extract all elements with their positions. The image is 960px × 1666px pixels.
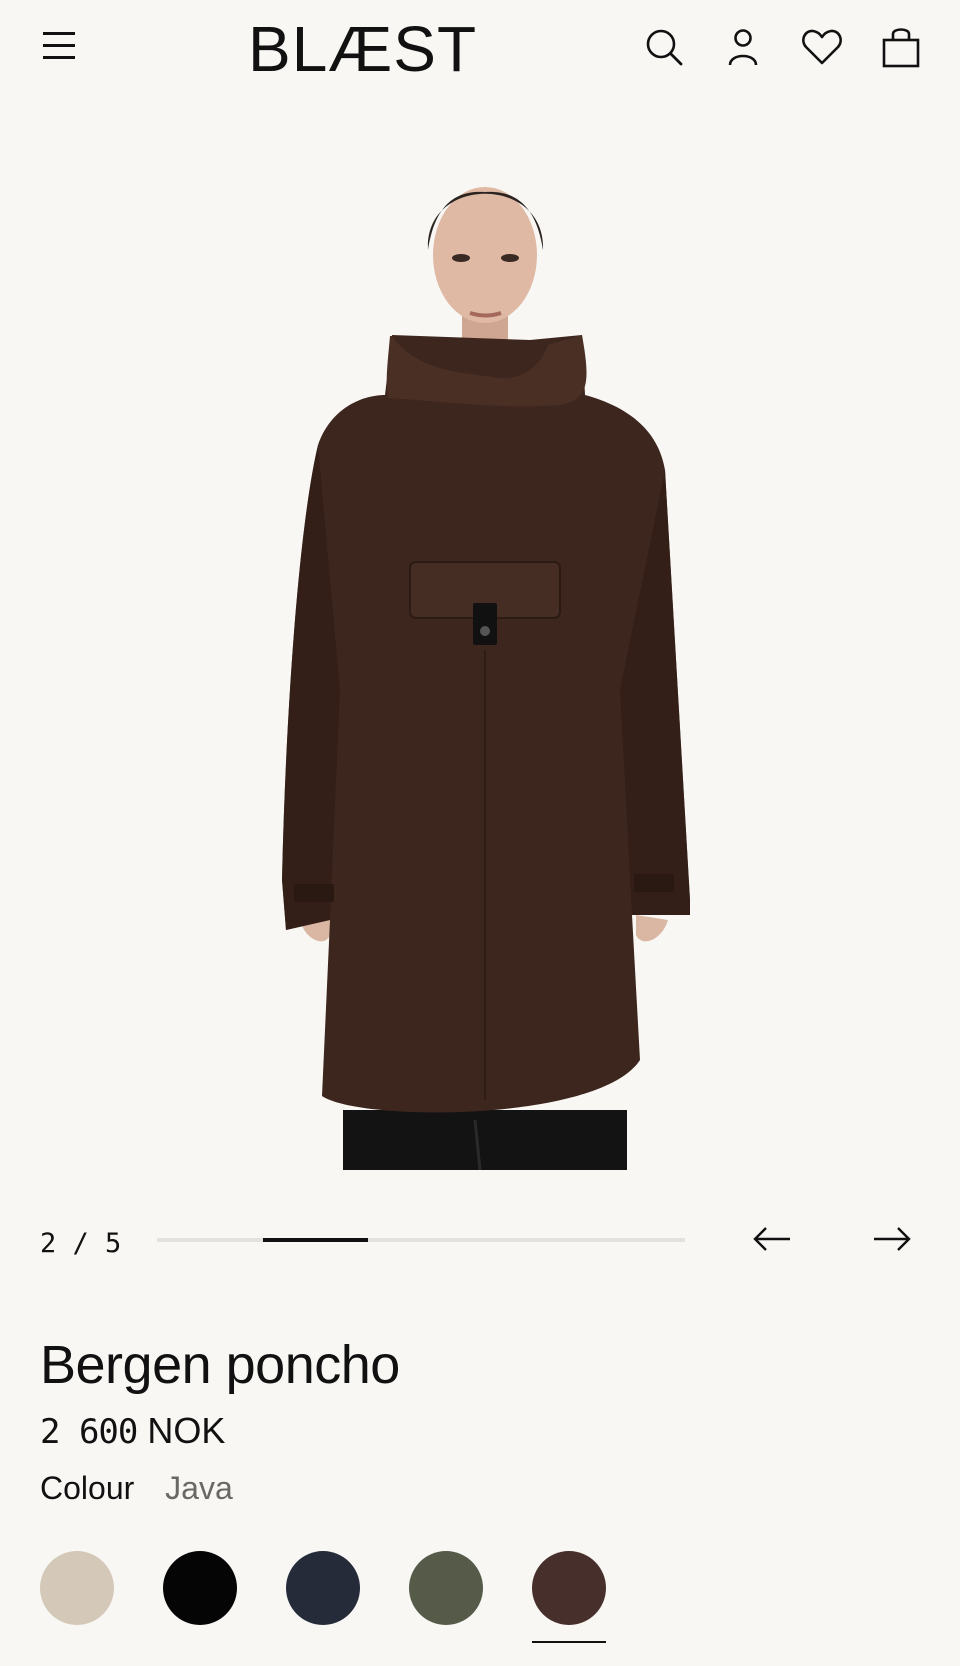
bag-icon[interactable]: [879, 24, 923, 70]
colour-swatch[interactable]: [532, 1551, 606, 1625]
selected-swatch-underline: [532, 1641, 606, 1643]
gallery-progress-indicator: [262, 1238, 369, 1242]
product-price: 2 600 NOK: [40, 1410, 225, 1452]
site-header: BLÆST: [0, 0, 960, 100]
gallery-progress-track: [157, 1238, 685, 1242]
colour-swatch[interactable]: [286, 1551, 360, 1625]
colour-swatches: [40, 1551, 660, 1651]
prev-arrow-icon[interactable]: [750, 1222, 794, 1256]
colour-swatch[interactable]: [409, 1551, 483, 1625]
price-amount: 2 600: [40, 1412, 138, 1452]
site-logo[interactable]: BLÆST: [248, 12, 477, 86]
next-arrow-icon[interactable]: [870, 1222, 914, 1256]
account-icon[interactable]: [721, 24, 765, 70]
colour-label: Colour: [40, 1470, 135, 1506]
search-icon[interactable]: [642, 24, 686, 70]
colour-row: Colour Java: [40, 1470, 233, 1507]
colour-value: Java: [165, 1470, 233, 1506]
menu-icon[interactable]: [40, 30, 78, 64]
product-title: Bergen poncho: [40, 1335, 400, 1395]
price-currency: NOK: [147, 1410, 226, 1451]
colour-swatch[interactable]: [163, 1551, 237, 1625]
product-image[interactable]: [0, 110, 960, 1171]
gallery-counter: 2 / 5: [40, 1228, 122, 1259]
colour-swatch[interactable]: [40, 1551, 114, 1625]
wishlist-icon[interactable]: [800, 24, 844, 70]
